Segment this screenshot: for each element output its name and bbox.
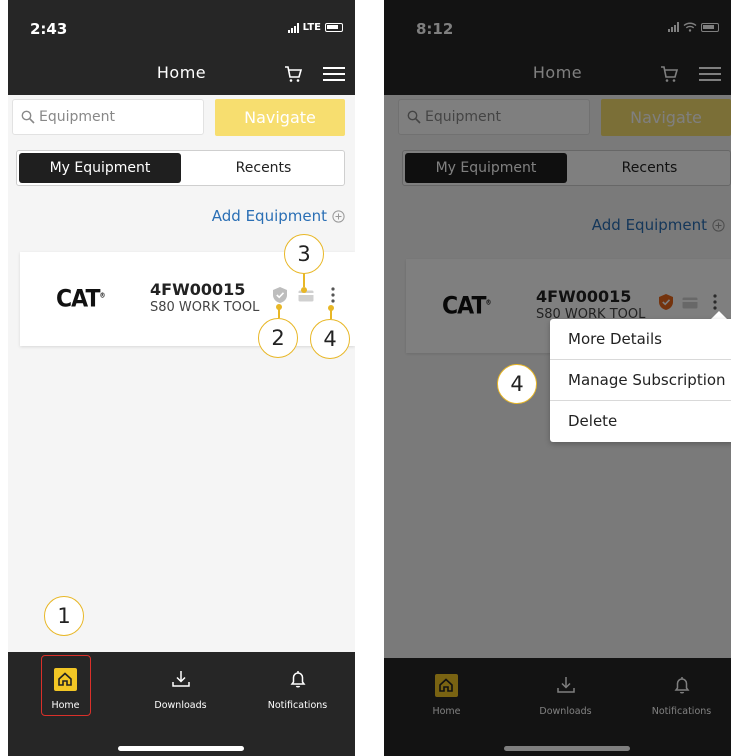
hamburger-menu-icon[interactable] <box>323 64 345 84</box>
tab-notifications-label: Notifications <box>267 700 328 711</box>
tab-my-equipment[interactable]: My Equipment <box>19 153 181 183</box>
menu-item-manage-subscription[interactable]: Manage Subscription <box>550 360 731 401</box>
equipment-model: S80 WORK TOOL <box>150 300 260 315</box>
cart-icon[interactable] <box>283 64 303 84</box>
nav-bar: Home <box>8 55 355 95</box>
equipment-segment-control: My Equipment Recents <box>16 150 345 186</box>
equipment-serial: 4FW00015 <box>150 280 246 299</box>
status-bar: 2:43 LTE <box>8 0 355 55</box>
callout-1: 1 <box>44 596 84 636</box>
shield-check-icon[interactable] <box>272 286 288 304</box>
search-icon <box>21 110 35 124</box>
menu-item-delete[interactable]: Delete <box>550 401 731 442</box>
phone-screen-home: 2:43 LTE Home Equipment Navigate My Equi… <box>8 0 355 756</box>
tab-recents[interactable]: Recents <box>185 153 342 183</box>
status-indicators: LTE <box>287 22 343 33</box>
tab-home[interactable]: Home <box>8 652 123 722</box>
callout-3: 3 <box>284 234 324 274</box>
add-equipment-link[interactable]: Add Equipment <box>212 207 345 225</box>
callout-leader-3 <box>303 273 305 287</box>
home-icon <box>58 672 72 686</box>
status-time: 2:43 <box>30 20 68 38</box>
callout-2: 2 <box>258 318 298 358</box>
callout-4: 4 <box>497 364 537 404</box>
signal-icon <box>287 22 299 33</box>
more-options-menu: More Details Manage Subscription Delete <box>550 319 731 442</box>
brand-name: CAT <box>56 285 100 314</box>
home-indicator <box>118 746 244 751</box>
search-placeholder: Equipment <box>39 109 115 125</box>
download-icon <box>172 671 190 687</box>
menu-caret <box>711 311 727 319</box>
bell-icon <box>290 671 306 688</box>
search-input[interactable]: Equipment <box>12 99 204 135</box>
navigate-button[interactable]: Navigate <box>215 99 345 136</box>
callout-anchor-3 <box>301 287 307 293</box>
add-equipment-label: Add Equipment <box>211 207 327 225</box>
tab-downloads-label: Downloads <box>154 700 207 711</box>
network-label: LTE <box>302 22 321 33</box>
callout-4: 4 <box>310 319 350 359</box>
tab-downloads[interactable]: Downloads <box>123 652 238 722</box>
battery-icon <box>325 23 343 32</box>
tab-home-label: Home <box>51 700 80 711</box>
plus-circle-icon <box>332 209 345 223</box>
menu-item-more-details[interactable]: More Details <box>550 319 731 360</box>
tab-notifications[interactable]: Notifications <box>240 652 355 722</box>
bottom-tab-bar: Home Downloads Notifications <box>8 652 355 756</box>
callout-leader-2 <box>278 308 280 318</box>
phone-screen-menu-open: 8:12 Home Equipment Navigate My Equipmen… <box>384 0 731 756</box>
more-options-icon[interactable] <box>330 286 336 304</box>
cat-logo: CAT® <box>56 285 106 314</box>
callout-leader-4 <box>330 309 332 319</box>
